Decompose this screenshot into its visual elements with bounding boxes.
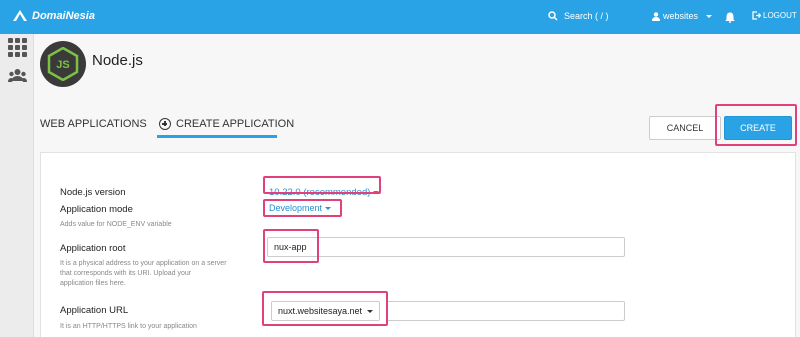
app-root-help-line: It is a physical address to your applica… <box>60 260 227 267</box>
bell-icon <box>725 12 735 23</box>
user-label: websites <box>663 11 699 21</box>
app-root-help: It is a physical address to your applica… <box>60 259 227 289</box>
user-icon <box>652 11 660 21</box>
search-label: Search ( / ) <box>564 11 609 21</box>
chevron-down-icon <box>373 191 380 194</box>
nodejs-logo: JS <box>40 41 86 87</box>
app-root-label: Application root <box>60 243 126 254</box>
app-url-label: Application URL <box>60 305 129 316</box>
logout-button[interactable]: LOGOUT <box>752 11 797 20</box>
grid-icon[interactable] <box>8 38 27 57</box>
create-button[interactable]: CREATE <box>724 116 792 140</box>
app-url-path-input[interactable] <box>386 301 625 321</box>
nodejs-logo-text: JS <box>56 59 69 71</box>
app-root-help-line: that corresponds with its URI. Upload yo… <box>60 270 192 277</box>
brand-logo-icon <box>13 10 27 21</box>
plus-circle-icon <box>159 118 171 130</box>
user-menu[interactable]: websites <box>652 11 713 21</box>
app-url-domain-value: nuxt.websitesaya.net <box>278 306 363 316</box>
app-mode-label: Application mode <box>60 204 133 215</box>
cancel-button[interactable]: CANCEL <box>649 116 721 140</box>
logout-icon <box>752 11 761 20</box>
tab-create-application-label: CREATE APPLICATION <box>176 118 295 130</box>
app-mode-dropdown[interactable]: Development <box>269 203 332 213</box>
nodejs-hexagon-icon: JS <box>47 47 79 81</box>
nodejs-version-value: 10.22.0 (recommended) <box>269 187 371 198</box>
notifications-button[interactable] <box>725 10 735 28</box>
brand-name: DomaiNesia <box>32 10 95 22</box>
top-bar: DomaiNesia Search ( / ) websites LOGOUT <box>0 0 800 34</box>
logout-label: LOGOUT <box>763 11 797 20</box>
search-button[interactable]: Search ( / ) <box>548 11 609 21</box>
tab-web-applications[interactable]: WEB APPLICATIONS <box>40 118 147 130</box>
users-icon[interactable] <box>8 67 27 86</box>
page-title: Node.js <box>92 52 143 69</box>
app-root-help-line: application files here. <box>60 280 126 287</box>
app-root-input[interactable]: nux-app <box>267 237 625 257</box>
main-content: JS Node.js WEB APPLICATIONS CREATE APPLI… <box>34 34 800 337</box>
sidebar <box>0 34 34 337</box>
nodejs-version-label: Node.js version <box>60 187 126 198</box>
app-url-domain-select[interactable]: nuxt.websitesaya.net <box>271 301 381 321</box>
tab-web-applications-label: WEB APPLICATIONS <box>40 118 147 130</box>
search-icon <box>548 11 558 21</box>
chevron-down-icon <box>325 206 332 210</box>
nodejs-version-dropdown[interactable]: 10.22.0 (recommended) <box>269 187 380 198</box>
brand-logo[interactable]: DomaiNesia <box>12 9 95 23</box>
app-mode-help: Adds value for NODE_ENV variable <box>60 221 172 228</box>
chevron-down-icon <box>706 14 713 18</box>
app-url-help: It is an HTTP/HTTPS link to your applica… <box>60 323 197 330</box>
tab-create-application[interactable]: CREATE APPLICATION <box>159 118 294 130</box>
chevron-down-icon <box>367 309 374 313</box>
active-tab-indicator <box>157 135 277 138</box>
create-application-form: Node.js version 10.22.0 (recommended) Ap… <box>40 152 796 337</box>
app-mode-value: Development <box>269 203 323 213</box>
